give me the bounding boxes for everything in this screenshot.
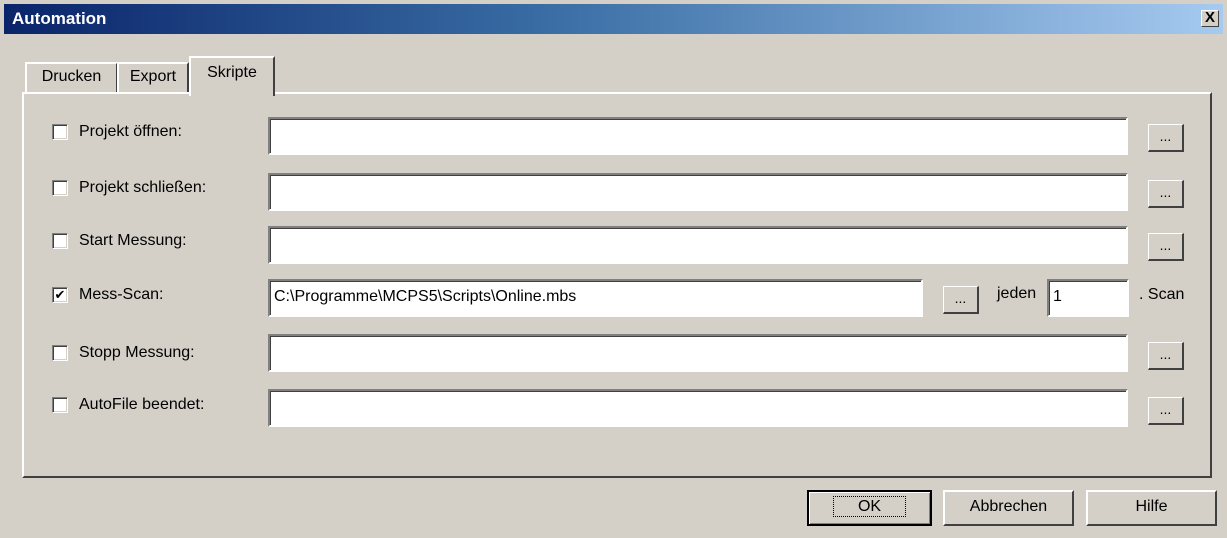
- title-bar[interactable]: Automation X: [4, 4, 1223, 34]
- ok-button-label: OK: [832, 496, 907, 517]
- browse-button-autofile-beendet[interactable]: ...: [1148, 397, 1184, 425]
- label-autofile-beendet: AutoFile beendet:: [79, 396, 205, 413]
- field-stopp-messung[interactable]: [268, 334, 1128, 372]
- browse-button-projekt-oeffnen[interactable]: ...: [1148, 124, 1184, 152]
- browse-button-projekt-schliessen[interactable]: ...: [1148, 180, 1184, 208]
- label-start-messung: Start Messung:: [79, 232, 187, 249]
- checkbox-autofile-beendet[interactable]: [52, 397, 68, 413]
- label-projekt-oeffnen: Projekt öffnen:: [79, 123, 182, 140]
- tab-export[interactable]: Export: [117, 62, 189, 92]
- checkbox-stopp-messung[interactable]: [52, 345, 68, 361]
- checkbox-start-messung[interactable]: [52, 233, 68, 249]
- tab-drucken[interactable]: Drucken: [25, 62, 118, 92]
- field-start-messung[interactable]: [268, 226, 1128, 264]
- checkbox-projekt-schliessen[interactable]: [52, 180, 68, 196]
- close-button[interactable]: X: [1201, 10, 1219, 27]
- browse-button-stopp-messung[interactable]: ...: [1148, 342, 1184, 370]
- cancel-button[interactable]: Abbrechen: [943, 490, 1074, 526]
- field-projekt-schliessen[interactable]: [268, 173, 1128, 211]
- automation-dialog: Automation X Drucken Export Skripte Proj…: [0, 0, 1227, 538]
- label-stopp-messung: Stopp Messung:: [79, 344, 195, 361]
- field-mess-scan[interactable]: C:\Programme\MCPS5\Scripts\Online.mbs: [268, 279, 923, 317]
- checkbox-projekt-oeffnen[interactable]: [52, 124, 68, 140]
- label-projekt-schliessen: Projekt schließen:: [79, 179, 207, 196]
- ok-button[interactable]: OK: [807, 490, 932, 526]
- scan-interval-input[interactable]: 1: [1047, 279, 1129, 317]
- checkbox-mess-scan[interactable]: ✔: [52, 287, 68, 303]
- window-title: Automation: [12, 9, 107, 28]
- field-projekt-oeffnen[interactable]: [268, 117, 1128, 155]
- help-button[interactable]: Hilfe: [1086, 490, 1217, 526]
- field-autofile-beendet[interactable]: [268, 389, 1128, 427]
- label-jeden: jeden: [997, 285, 1037, 302]
- label-scan-suffix: . Scan: [1139, 286, 1185, 303]
- browse-button-mess-scan[interactable]: ...: [943, 286, 979, 314]
- browse-button-start-messung[interactable]: ...: [1148, 233, 1184, 261]
- tab-skripte[interactable]: Skripte: [189, 56, 275, 96]
- label-mess-scan: Mess-Scan:: [79, 286, 164, 303]
